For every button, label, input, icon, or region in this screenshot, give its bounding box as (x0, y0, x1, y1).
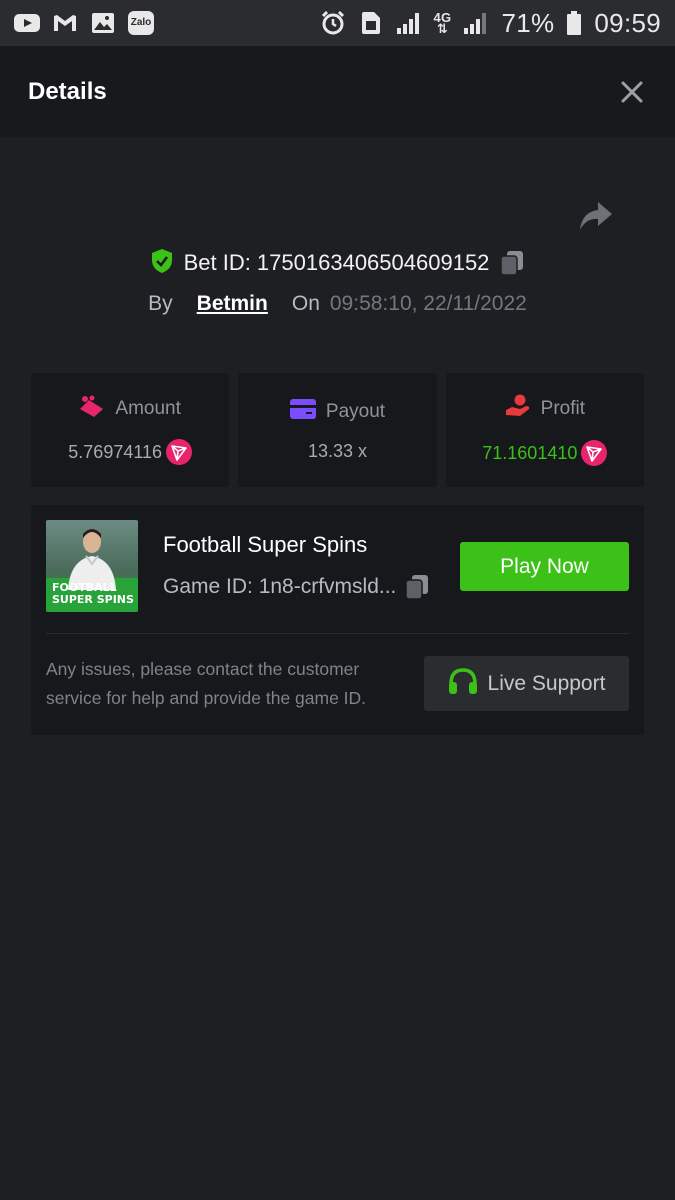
close-icon (621, 81, 643, 102)
copy-bet-id-button[interactable] (499, 249, 525, 277)
sim-icon (358, 12, 384, 34)
bet-id-row: Bet ID: 1750163406504609152 (0, 246, 675, 280)
payout-value: 13.33 x (307, 440, 368, 461)
game-id-row: Game ID: 1n8-crfvmsld... (163, 573, 430, 601)
status-bar: Zalo 4G ⇅ 71% 09:59 (0, 0, 675, 46)
on-label: On (291, 292, 320, 315)
stat-payout: Payout 13.33 x (238, 373, 437, 487)
page-title: Details (28, 77, 107, 105)
payout-icon (289, 398, 316, 425)
game-card: FOOTBALL SUPER SPINS Football Super Spin… (31, 505, 644, 735)
signal-icon (463, 12, 489, 34)
battery-icon (566, 11, 582, 35)
play-now-button[interactable]: Play Now (460, 542, 629, 591)
bet-id: Bet ID: 1750163406504609152 (183, 250, 490, 275)
network-4g-icon: 4G ⇅ (433, 10, 452, 36)
zalo-label: Zalo (128, 11, 154, 35)
gmail-icon (52, 12, 78, 34)
thumb-title-line2: SUPER SPINS (52, 593, 134, 606)
clock: 09:59 (594, 7, 661, 38)
profit-icon (505, 394, 531, 424)
amount-value: 5.76974116 (68, 441, 163, 462)
close-button[interactable] (617, 77, 647, 107)
bet-stats: Amount 5.76974116 Payout 13.33 x Profit … (31, 373, 644, 487)
by-label: By (148, 292, 173, 315)
gallery-icon (90, 12, 116, 34)
bet-meta-row: By Betmin On 09:58:10, 22/11/2022 (0, 287, 675, 321)
battery-percent: 71% (501, 7, 555, 38)
headset-icon (448, 667, 478, 701)
share-icon (580, 202, 612, 230)
divider (46, 633, 629, 634)
youtube-icon (14, 12, 40, 34)
copy-icon (500, 251, 524, 276)
stat-amount: Amount 5.76974116 (31, 373, 230, 487)
copy-game-id-button[interactable] (404, 573, 430, 601)
live-support-label: Live Support (487, 671, 606, 695)
support-notice: Any issues, please contact the customer … (46, 659, 367, 708)
stat-profit: Profit 71.1601410 (445, 373, 644, 487)
alarm-icon (320, 11, 346, 35)
stat-label: Amount (115, 398, 181, 419)
copy-icon (405, 575, 429, 600)
profit-value: 71.1601410 (482, 442, 578, 463)
live-support-button[interactable]: Live Support (424, 656, 629, 711)
zalo-icon: Zalo (128, 11, 154, 35)
game-thumbnail[interactable]: FOOTBALL SUPER SPINS (46, 520, 138, 612)
share-button[interactable] (578, 200, 614, 232)
details-header: Details (0, 46, 675, 137)
verified-shield-icon (150, 248, 174, 279)
trx-coin-icon (581, 440, 608, 466)
bet-datetime: 09:58:10, 22/11/2022 (329, 292, 527, 315)
stat-label: Payout (325, 400, 386, 422)
user-link[interactable]: Betmin (197, 292, 268, 316)
game-title: Football Super Spins (163, 532, 368, 557)
amount-icon (79, 395, 105, 423)
signal-icon (396, 12, 422, 34)
network-label: 4G (433, 10, 452, 25)
stat-label: Profit (540, 398, 585, 419)
trx-coin-icon (166, 439, 193, 465)
game-id: Game ID: 1n8-crfvmsld... (163, 575, 397, 598)
